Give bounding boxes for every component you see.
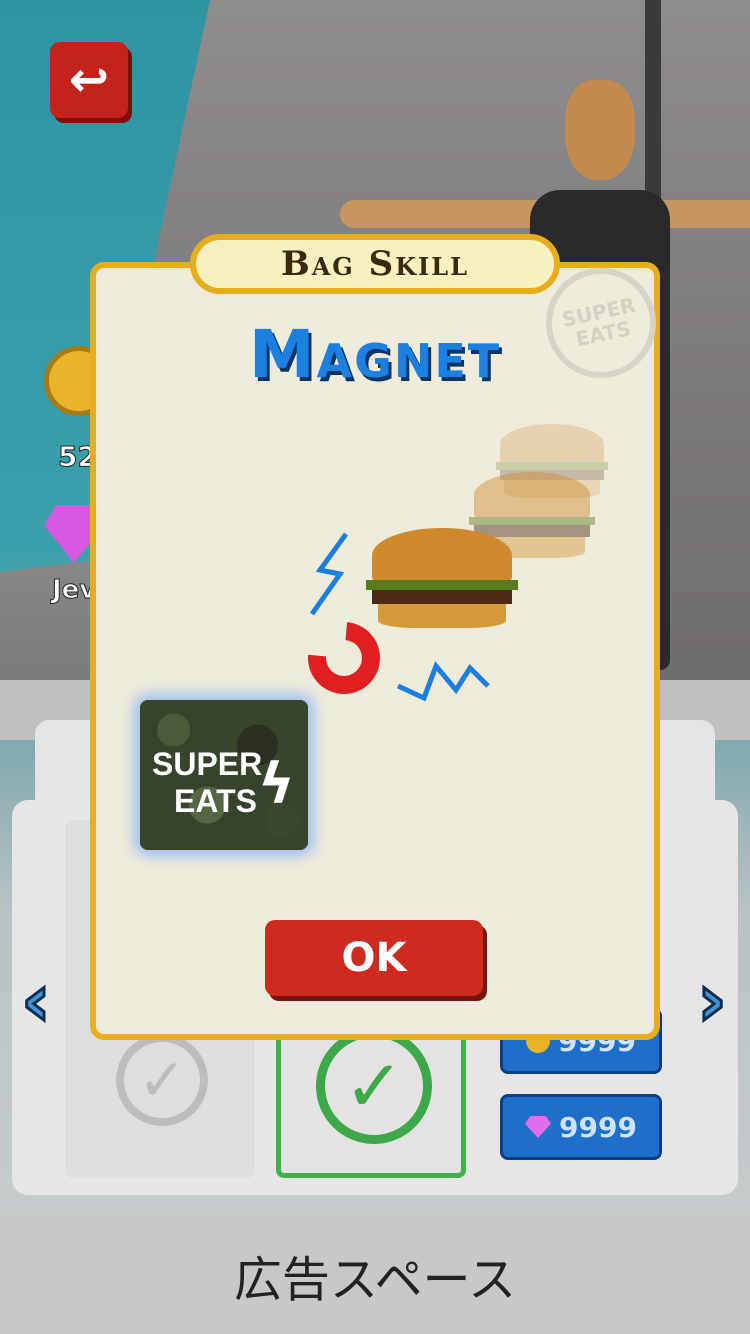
bag-box-image: SUPER EATS ϟ <box>140 700 308 850</box>
ok-button[interactable]: OK <box>265 920 483 996</box>
ad-space: 広告スペース <box>0 1215 750 1334</box>
bolt-icon: ϟ <box>258 752 295 817</box>
skill-name: Magnet <box>248 316 502 393</box>
burger-icon <box>366 528 518 628</box>
box-label-line2: EATS <box>174 782 257 819</box>
dialog-title: Bag Skill <box>190 234 560 294</box>
box-label-line1: SUPER <box>152 746 263 782</box>
zap-icon <box>396 656 492 702</box>
